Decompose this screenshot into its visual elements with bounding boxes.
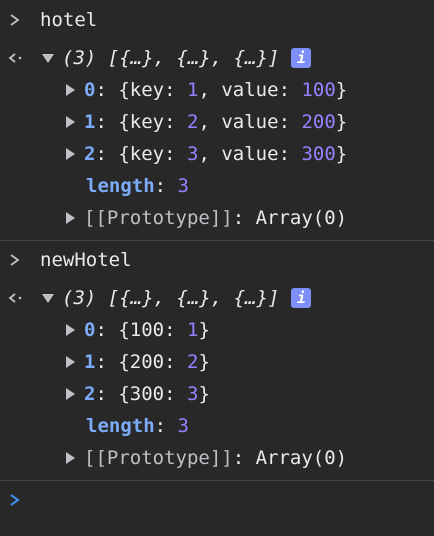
property-text: : <box>164 319 188 341</box>
item-value: {key: 1, value: 100} <box>118 79 347 101</box>
array-item-2[interactable]: 2: {300: 3} <box>66 378 210 410</box>
property-text: { <box>118 79 130 101</box>
property-text: { <box>118 383 130 405</box>
property-text: key <box>129 143 165 165</box>
property-number: 3 <box>187 143 199 165</box>
item-index: 0 <box>84 79 96 101</box>
entry-divider <box>0 480 434 481</box>
property-text: { <box>118 319 130 341</box>
prototype-value: Array(0) <box>255 207 348 229</box>
property-text: { <box>118 111 130 133</box>
property-text: value <box>221 111 279 133</box>
return-arrow-icon <box>8 282 24 314</box>
array-item-1[interactable]: 1: {200: 2} <box>66 346 210 378</box>
item-value: {300: 3} <box>118 383 210 405</box>
property-text: } <box>335 143 348 165</box>
triangle-right-icon[interactable] <box>66 452 75 464</box>
property-number: 1 <box>187 79 199 101</box>
property-number: 2 <box>187 111 199 133</box>
property-text: } <box>198 383 210 405</box>
property-text: , <box>198 79 222 101</box>
item-index: 2 <box>84 383 96 405</box>
item-value: {key: 3, value: 300} <box>118 143 347 165</box>
item-index: 1 <box>84 351 96 373</box>
entry-divider <box>0 240 434 241</box>
triangle-right-icon[interactable] <box>66 212 75 224</box>
triangle-down-icon[interactable] <box>42 293 54 303</box>
array-item-1[interactable]: 1: {key: 2, value: 200} <box>66 106 347 138</box>
property-number: 3 <box>187 383 199 405</box>
command-text: hotel <box>40 9 98 31</box>
property-number: 100 <box>301 79 336 101</box>
triangle-down-icon[interactable] <box>42 53 54 63</box>
command-text: newHotel <box>40 249 132 271</box>
info-icon[interactable]: i <box>291 48 312 68</box>
property-text: } <box>335 111 348 133</box>
item-index: 0 <box>84 319 96 341</box>
item-index: 2 <box>84 143 96 165</box>
property-text: } <box>335 79 348 101</box>
prototype-value: Array(0) <box>255 447 348 469</box>
property-text: : <box>278 143 302 165</box>
property-number: 2 <box>187 351 199 373</box>
property-number: 300 <box>301 143 336 165</box>
triangle-right-icon[interactable] <box>66 388 75 400</box>
property-text: 100 <box>129 319 165 341</box>
item-value: {key: 2, value: 200} <box>118 111 347 133</box>
triangle-right-icon[interactable] <box>66 116 75 128</box>
array-summary: (3) [{…}, {…}, {…}] <box>62 287 280 309</box>
prototype-property[interactable]: [[Prototype]]: Array(0) <box>66 442 347 474</box>
length-value: 3 <box>177 415 189 437</box>
console-input-prompt[interactable]: > <box>8 484 22 516</box>
property-text: : <box>164 351 188 373</box>
prototype-label: [[Prototype]] <box>84 207 233 229</box>
property-number: 1 <box>187 319 199 341</box>
array-item-0[interactable]: 0: {key: 1, value: 100} <box>66 74 347 106</box>
array-item-0[interactable]: 0: {100: 1} <box>66 314 210 346</box>
property-text: : <box>164 383 188 405</box>
triangle-right-icon[interactable] <box>66 148 75 160</box>
triangle-right-icon[interactable] <box>66 356 75 368</box>
property-text: : <box>278 111 302 133</box>
property-text: } <box>198 351 210 373</box>
property-text: { <box>118 143 130 165</box>
input-chevron-icon <box>8 4 22 36</box>
length-property: length: 3 <box>86 175 189 197</box>
triangle-right-icon[interactable] <box>66 324 75 336</box>
property-text: } <box>198 319 210 341</box>
property-text: value <box>221 143 279 165</box>
property-text: , <box>198 111 222 133</box>
info-icon[interactable]: i <box>291 288 312 308</box>
property-text: key <box>129 111 165 133</box>
property-text: { <box>118 351 130 373</box>
prototype-label: [[Prototype]] <box>84 447 233 469</box>
length-label: length <box>86 175 155 197</box>
prototype-property[interactable]: [[Prototype]]: Array(0) <box>66 202 347 234</box>
property-text: , <box>198 143 222 165</box>
return-arrow-icon <box>8 42 24 74</box>
length-value: 3 <box>177 175 189 197</box>
array-item-2[interactable]: 2: {key: 3, value: 300} <box>66 138 347 170</box>
item-index: 1 <box>84 111 96 133</box>
property-text: 200 <box>129 351 165 373</box>
array-summary-toggle[interactable]: (3) [{…}, {…}, {…}] i <box>42 42 312 74</box>
triangle-right-icon[interactable] <box>66 84 75 96</box>
property-text: key <box>129 79 165 101</box>
property-text: : <box>278 79 302 101</box>
property-text: : <box>164 79 188 101</box>
property-text: : <box>164 111 188 133</box>
item-value: {200: 2} <box>118 351 210 373</box>
property-text: : <box>164 143 188 165</box>
property-text: value <box>221 79 279 101</box>
length-property: length: 3 <box>86 415 189 437</box>
item-value: {100: 1} <box>118 319 210 341</box>
array-summary-toggle[interactable]: (3) [{…}, {…}, {…}] i <box>42 282 312 314</box>
input-chevron-icon <box>8 244 22 276</box>
length-label: length <box>86 415 155 437</box>
property-number: 200 <box>301 111 336 133</box>
array-summary: (3) [{…}, {…}, {…}] <box>62 47 280 69</box>
property-text: 300 <box>129 383 165 405</box>
prompt-chevron-icon <box>10 494 20 506</box>
